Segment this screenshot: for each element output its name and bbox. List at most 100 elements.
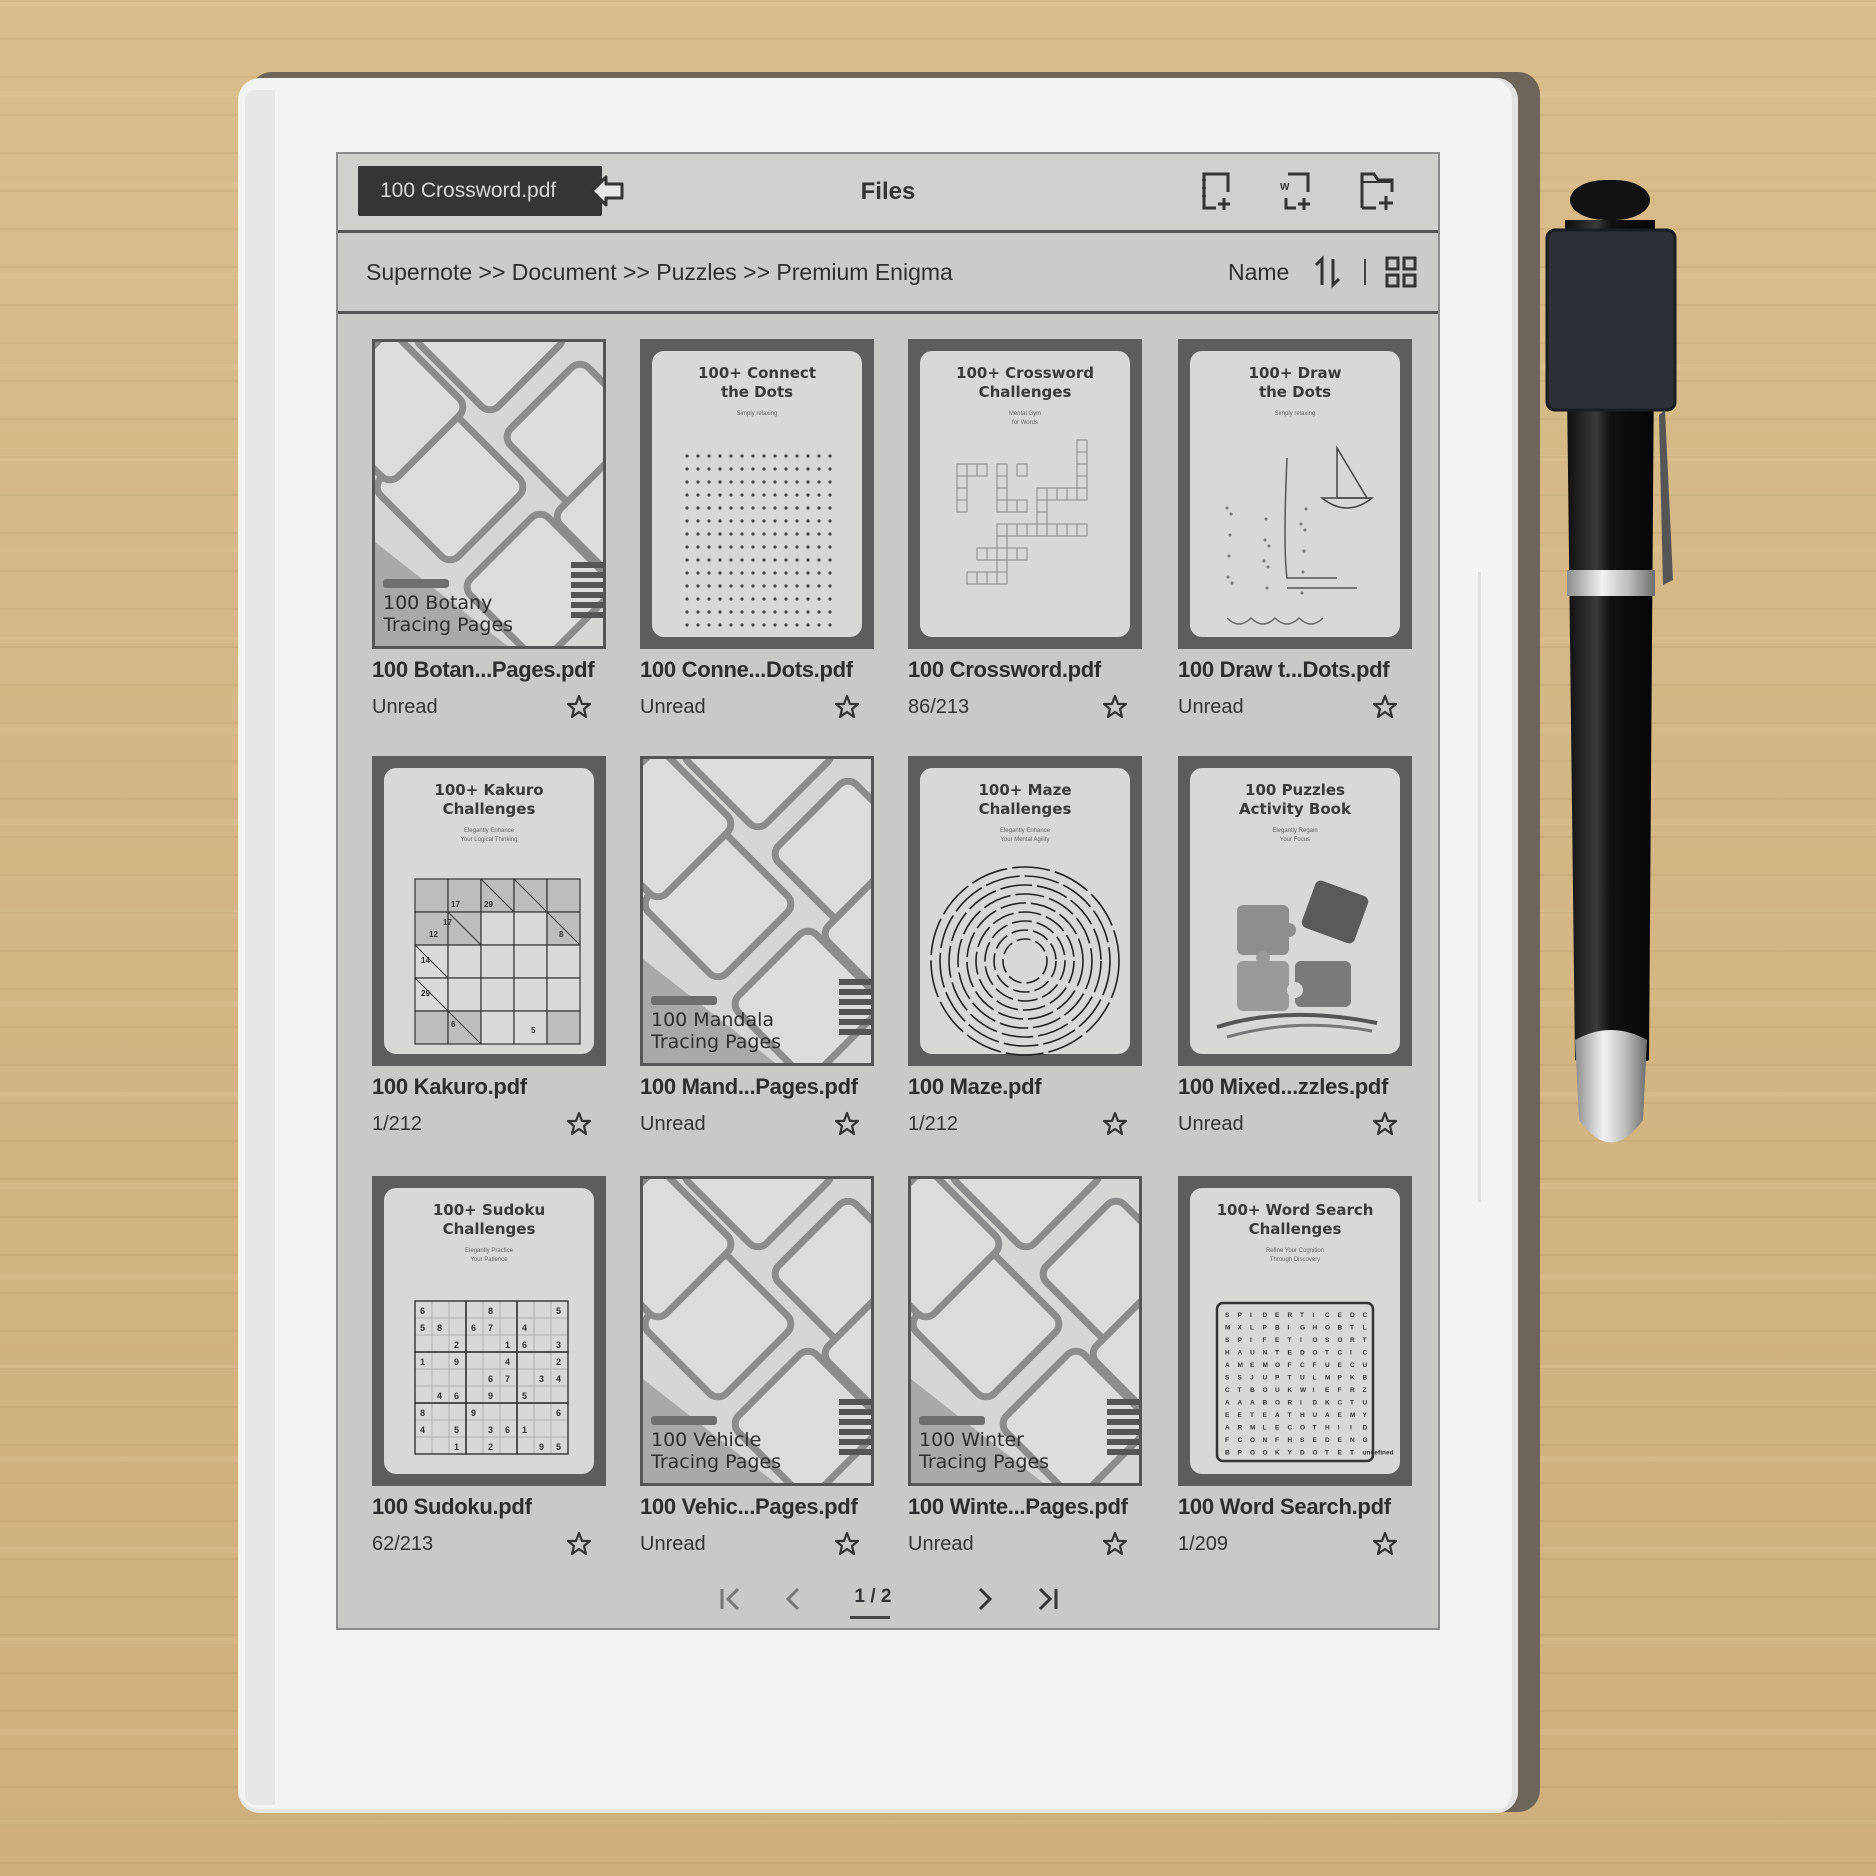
file-thumbnail[interactable]: 100 Puzzles Activity Book Elegantly Regai…: [1178, 756, 1412, 1066]
grid-view-icon[interactable]: [1384, 255, 1418, 289]
favorite-star-icon[interactable]: [1372, 1111, 1398, 1137]
file-name[interactable]: 100 Botan...Pages.pdf: [372, 657, 595, 683]
file-name[interactable]: 100 Winte...Pages.pdf: [908, 1494, 1128, 1520]
svg-text:3: 3: [488, 1425, 493, 1435]
svg-text:E: E: [1275, 1425, 1280, 1432]
file-name[interactable]: 100 Draw t...Dots.pdf: [1178, 657, 1390, 683]
svg-text:A: A: [1275, 1412, 1280, 1419]
svg-text:K: K: [1350, 1375, 1355, 1382]
file-tile[interactable]: 100+ Sudoku Challenges Elegantly Practice…: [372, 1176, 612, 1556]
file-thumbnail[interactable]: 100+ Word Search Challenges Refine Your C…: [1178, 1176, 1412, 1486]
file-thumbnail[interactable]: 100 Vehicle Tracing Pages: [640, 1176, 874, 1486]
file-thumbnail[interactable]: 100+ Kakuro Challenges Elegantly Enhance …: [372, 756, 606, 1066]
cover-artwork: [685, 454, 832, 627]
sort-order-icon[interactable]: [1313, 255, 1343, 289]
cover-artwork: [956, 439, 1088, 585]
favorite-star-icon[interactable]: [1102, 1531, 1128, 1557]
svg-text:P: P: [1238, 1450, 1243, 1457]
file-tile[interactable]: 100 Winter Tracing Pages 100 Winte...Page…: [908, 1176, 1148, 1556]
svg-text:I: I: [1250, 1337, 1252, 1344]
new-note-icon[interactable]: [1194, 168, 1240, 214]
file-thumbnail[interactable]: 100+ Crossword Challenges Mental Gym for …: [908, 339, 1142, 649]
favorite-star-icon[interactable]: [1372, 1531, 1398, 1557]
page-indicator[interactable]: 1 / 2: [843, 1586, 903, 1608]
svg-text:T: T: [1300, 1312, 1304, 1319]
svg-text:9: 9: [454, 1357, 459, 1367]
svg-text:P: P: [1275, 1375, 1280, 1382]
file-tile[interactable]: 100 Botany Tracing Pages 100 Botan...Page…: [372, 339, 612, 719]
svg-text:E: E: [1338, 1312, 1343, 1319]
file-name[interactable]: 100 Vehic...Pages.pdf: [640, 1494, 858, 1520]
file-tile[interactable]: 100 Vehicle Tracing Pages 100 Vehic...Pag…: [640, 1176, 880, 1556]
file-thumbnail[interactable]: 100+ Sudoku Challenges Elegantly Practice…: [372, 1176, 606, 1486]
file-tile[interactable]: 100+ Connect the Dots Simply relaxing 100 …: [640, 339, 880, 719]
file-thumbnail[interactable]: 100+ Connect the Dots Simply relaxing: [640, 339, 874, 649]
file-name[interactable]: 100 Mand...Pages.pdf: [640, 1074, 858, 1100]
prev-page-icon[interactable]: [778, 1584, 808, 1614]
file-thumbnail[interactable]: 100 Winter Tracing Pages: [908, 1176, 1142, 1486]
file-thumbnail[interactable]: 100 Botany Tracing Pages: [372, 339, 606, 649]
file-name[interactable]: 100 Mixed...zzles.pdf: [1178, 1074, 1388, 1100]
last-page-icon[interactable]: [1032, 1584, 1062, 1614]
favorite-star-icon[interactable]: [834, 694, 860, 720]
favorite-star-icon[interactable]: [566, 694, 592, 720]
svg-text:1: 1: [454, 1442, 459, 1452]
svg-text:D: D: [1363, 1425, 1368, 1432]
svg-text:I: I: [1250, 1312, 1252, 1319]
favorite-star-icon[interactable]: [834, 1111, 860, 1137]
file-tile[interactable]: 100+ Word Search Challenges Refine Your C…: [1178, 1176, 1418, 1556]
return-to-document-icon[interactable]: [588, 172, 628, 210]
svg-text:T: T: [1363, 1337, 1367, 1344]
first-page-icon[interactable]: [716, 1584, 746, 1614]
svg-text:L: L: [1363, 1325, 1367, 1332]
file-name[interactable]: 100 Crossword.pdf: [908, 657, 1101, 683]
svg-text:C: C: [1238, 1437, 1243, 1444]
svg-text:E: E: [1263, 1412, 1268, 1419]
reading-progress: Unread: [640, 696, 706, 718]
file-name[interactable]: 100 Maze.pdf: [908, 1074, 1042, 1100]
file-tile[interactable]: 100+ Crossword Challenges Mental Gym for …: [908, 339, 1148, 719]
file-tile[interactable]: 100+ Kakuro Challenges Elegantly Enhance …: [372, 756, 612, 1136]
open-document-tab[interactable]: 100 Crossword.pdf: [358, 166, 602, 216]
svg-text:8: 8: [437, 1323, 442, 1333]
favorite-star-icon[interactable]: [566, 1111, 592, 1137]
file-tile[interactable]: 100+ Maze Challenges Elegantly Enhance Yo…: [908, 756, 1148, 1136]
file-thumbnail[interactable]: 100 Mandala Tracing Pages: [640, 756, 874, 1066]
svg-text:T: T: [1250, 1412, 1254, 1419]
favorites-star-icon[interactable]: [1438, 168, 1440, 214]
file-tile[interactable]: 100 Puzzles Activity Book Elegantly Regai…: [1178, 756, 1418, 1136]
sort-by-name-button[interactable]: Name: [1228, 233, 1289, 311]
new-word-document-icon[interactable]: W: [1274, 168, 1320, 214]
file-name[interactable]: 100 Conne...Dots.pdf: [640, 657, 853, 683]
svg-text:2: 2: [488, 1442, 493, 1452]
svg-text:M: M: [1325, 1375, 1330, 1382]
svg-text:6: 6: [454, 1391, 459, 1401]
favorite-star-icon[interactable]: [834, 1531, 860, 1557]
file-thumbnail[interactable]: 100+ Draw the Dots Simply relaxing: [1178, 339, 1412, 649]
pagination: 1 / 2: [338, 1580, 1438, 1620]
favorite-star-icon[interactable]: [566, 1531, 592, 1557]
svg-text:O: O: [1275, 1362, 1280, 1369]
file-tile[interactable]: 100+ Draw the Dots Simply relaxing 100 Dra…: [1178, 339, 1418, 719]
svg-text:9: 9: [539, 1442, 544, 1452]
file-name[interactable]: 100 Sudoku.pdf: [372, 1494, 532, 1520]
svg-text:4: 4: [505, 1357, 510, 1367]
cover-title: 100 Vehicle Tracing Pages: [651, 1429, 782, 1473]
svg-text:U: U: [1263, 1375, 1268, 1382]
file-name[interactable]: 100 Kakuro.pdf: [372, 1074, 527, 1100]
file-name[interactable]: 100 Word Search.pdf: [1178, 1494, 1391, 1520]
file-browser-screen: 100 Crossword.pdf Files W Supernote >> D…: [336, 152, 1440, 1630]
svg-text:A: A: [1225, 1362, 1230, 1369]
favorite-star-icon[interactable]: [1372, 694, 1398, 720]
breadcrumb[interactable]: Supernote >> Document >> Puzzles >> Prem…: [366, 233, 953, 311]
svg-text:7: 7: [488, 1323, 493, 1333]
favorite-star-icon[interactable]: [1102, 1111, 1128, 1137]
svg-text:C: C: [1338, 1400, 1343, 1407]
svg-text:O: O: [1313, 1450, 1318, 1457]
favorite-star-icon[interactable]: [1102, 694, 1128, 720]
new-folder-icon[interactable]: [1354, 168, 1400, 214]
next-page-icon[interactable]: [970, 1584, 1000, 1614]
file-tile[interactable]: 100 Mandala Tracing Pages 100 Mand...Page…: [640, 756, 880, 1136]
file-thumbnail[interactable]: 100+ Maze Challenges Elegantly Enhance Yo…: [908, 756, 1142, 1066]
svg-text:4: 4: [437, 1391, 442, 1401]
